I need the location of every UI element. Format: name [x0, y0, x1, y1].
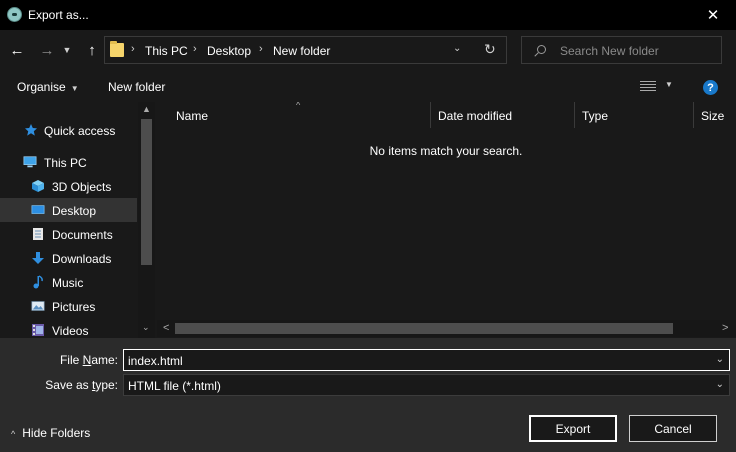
- star-icon: [25, 124, 37, 136]
- picture-icon: [31, 301, 45, 311]
- horizontal-scroll-thumb[interactable]: [175, 323, 673, 334]
- scroll-right-icon[interactable]: >: [722, 322, 728, 334]
- sidebar-item-music[interactable]: Music: [0, 270, 137, 294]
- hide-folders-label: Hide Folders: [22, 426, 91, 440]
- sidebar-item-label: Videos: [52, 324, 89, 338]
- sidebar-scrollbar[interactable]: ▲ ⌄: [138, 102, 155, 338]
- file-name-input[interactable]: [128, 353, 708, 368]
- save-as-type-value: HTML file (*.html): [128, 379, 221, 393]
- chevron-down-icon[interactable]: ⌄: [716, 354, 724, 365]
- recent-locations-button[interactable]: ▼: [60, 39, 74, 61]
- hide-folders-button[interactable]: ^ Hide Folders: [11, 426, 90, 440]
- arrow-left-icon: ←: [9, 41, 25, 59]
- horizontal-scrollbar[interactable]: < >: [157, 320, 736, 337]
- new-folder-label: New folder: [108, 80, 166, 94]
- column-header-size[interactable]: Size: [694, 102, 736, 128]
- folder-icon: [110, 41, 124, 57]
- breadcrumb-separator[interactable]: ›: [131, 43, 135, 55]
- breadcrumb-new-folder[interactable]: New folder: [273, 44, 330, 58]
- sidebar-item-pictures[interactable]: Pictures: [0, 294, 137, 318]
- save-as-type-label: Save as type:: [45, 378, 118, 392]
- download-icon: [32, 252, 44, 264]
- cube-icon: [32, 180, 44, 192]
- sort-ascending-icon: ^: [296, 102, 301, 110]
- save-as-type-select[interactable]: HTML file (*.html) ⌄: [123, 374, 730, 396]
- column-header-name[interactable]: Name ^: [169, 102, 431, 128]
- sidebar-item-label: Desktop: [52, 204, 97, 218]
- sidebar-item-label: 3D Objects: [52, 180, 112, 194]
- sidebar-item-desktop[interactable]: Desktop: [0, 198, 137, 222]
- chevron-down-icon[interactable]: ⌄: [716, 379, 724, 390]
- address-bar[interactable]: › This PC › Desktop › New folder ⌄ ↻: [104, 36, 507, 64]
- sidebar-item-label: This PC: [44, 156, 87, 170]
- sidebar-item-videos[interactable]: Videos: [0, 318, 137, 338]
- scroll-up-icon[interactable]: ▲: [142, 104, 151, 114]
- desktop-icon: [31, 205, 45, 214]
- cancel-button[interactable]: Cancel: [629, 415, 717, 442]
- navigation-bar: ← → ▼ ↑ › This PC › Desktop › New folder…: [0, 30, 736, 70]
- empty-message: No items match your search.: [369, 144, 523, 158]
- sidebar-item-label: Pictures: [52, 300, 96, 314]
- command-toolbar: Organise ▼ New folder ▼ ?: [0, 72, 736, 102]
- chevron-down-icon: ▼: [62, 45, 72, 55]
- save-options-panel: File Name: ⌄ Save as type: HTML file (*.…: [0, 338, 736, 452]
- sidebar-item-documents[interactable]: Documents: [0, 222, 137, 246]
- column-label: Name: [176, 109, 209, 123]
- export-button[interactable]: Export: [529, 415, 617, 442]
- up-button[interactable]: ↑: [81, 39, 103, 61]
- close-icon: ✕: [706, 7, 720, 24]
- file-name-combobox[interactable]: ⌄: [123, 349, 730, 371]
- search-input[interactable]: [560, 43, 710, 59]
- file-name-label: File Name:: [59, 353, 118, 367]
- search-icon: [537, 45, 546, 54]
- search-box[interactable]: [521, 36, 722, 64]
- forward-button[interactable]: →: [36, 39, 58, 61]
- window-title: Export as...: [28, 8, 89, 22]
- breadcrumb-separator[interactable]: ›: [259, 43, 263, 55]
- column-label: Date modified: [438, 109, 513, 123]
- scroll-down-icon[interactable]: ⌄: [142, 322, 150, 333]
- sidebar-item-this-pc[interactable]: This PC: [0, 150, 137, 174]
- sidebar-item-label: Documents: [52, 228, 113, 242]
- sidebar-item-label: Quick access: [44, 124, 116, 138]
- organise-label: Organise: [17, 80, 66, 94]
- column-header-date-modified[interactable]: Date modified: [431, 102, 575, 128]
- document-icon: [33, 228, 43, 240]
- sidebar-item-label: Music: [52, 276, 84, 290]
- sidebar-item-quick-access[interactable]: Quick access: [0, 118, 137, 142]
- help-icon[interactable]: ?: [703, 80, 718, 95]
- sidebar-item-label: Downloads: [52, 252, 112, 266]
- music-icon: [33, 275, 43, 289]
- sidebar-item-downloads[interactable]: Downloads: [0, 246, 137, 270]
- video-icon: [32, 324, 44, 336]
- breadcrumb-desktop[interactable]: Desktop: [207, 44, 251, 58]
- view-caret-icon[interactable]: ▼: [665, 80, 673, 89]
- title-bar: Export as... ✕: [0, 0, 736, 30]
- arrow-up-icon: ↑: [88, 41, 96, 59]
- sidebar-item-3d-objects[interactable]: 3D Objects: [0, 174, 137, 198]
- sidebar-scroll-thumb[interactable]: [141, 119, 152, 265]
- arrow-right-icon: →: [39, 41, 55, 59]
- navigation-pane: Quick access This PC 3D Objects Desktop …: [0, 102, 156, 338]
- chevron-up-icon: ^: [11, 429, 16, 439]
- scroll-left-icon[interactable]: <: [163, 322, 169, 334]
- column-label: Type: [582, 109, 609, 123]
- new-folder-button[interactable]: New folder: [108, 80, 165, 94]
- breadcrumb-this-pc[interactable]: This PC: [145, 44, 188, 58]
- file-list[interactable]: Name ^ Date modified Type Size No items …: [157, 102, 736, 338]
- view-options-icon[interactable]: [640, 81, 656, 92]
- organise-button[interactable]: Organise ▼: [17, 80, 79, 94]
- back-button[interactable]: ←: [6, 39, 28, 61]
- close-button[interactable]: ✕: [690, 0, 736, 30]
- refresh-icon[interactable]: ↻: [484, 41, 496, 58]
- column-label: Size: [701, 109, 725, 123]
- address-dropdown-icon[interactable]: ⌄: [453, 43, 461, 54]
- breadcrumb-separator[interactable]: ›: [193, 43, 197, 55]
- column-header-type[interactable]: Type: [575, 102, 694, 128]
- caret-down-icon: ▼: [70, 84, 79, 93]
- computer-icon: [23, 156, 37, 168]
- app-icon: [7, 7, 22, 22]
